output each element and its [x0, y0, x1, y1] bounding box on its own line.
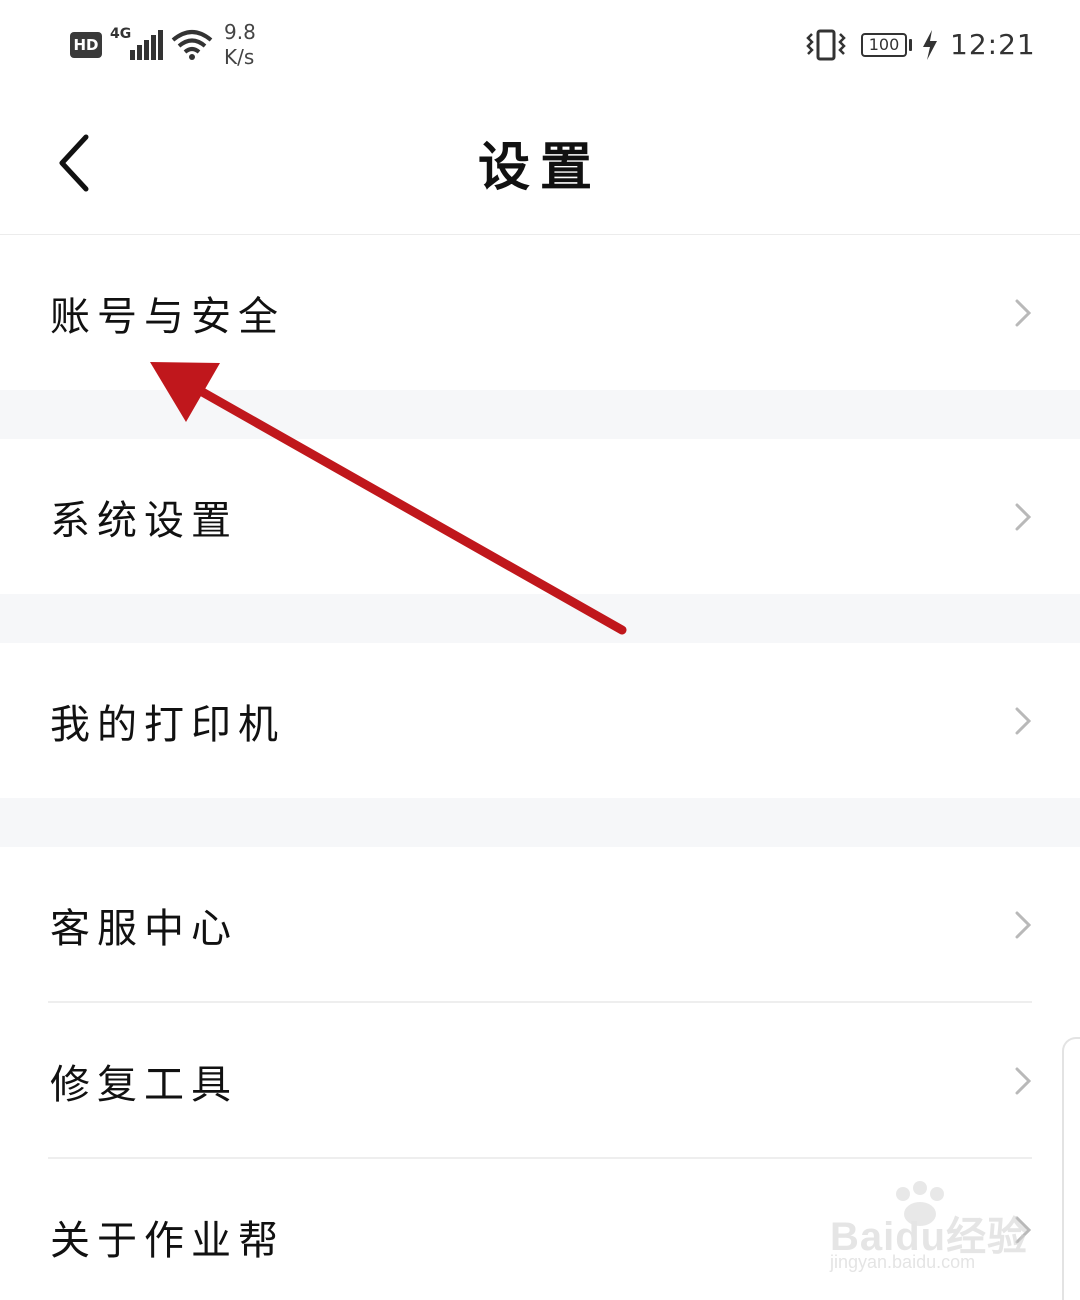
menu-item-label: 客服中心: [50, 905, 238, 952]
page-title: 设置: [477, 137, 602, 198]
vibrate-icon: [806, 29, 846, 61]
menu-item-about[interactable]: 关于作业帮: [0, 1159, 1080, 1300]
menu-item-customer-service[interactable]: 客服中心: [0, 847, 1080, 1002]
wifi-icon: [171, 30, 213, 60]
menu-item-label: 我的打印机: [50, 701, 285, 748]
chevron-right-icon: [1015, 911, 1032, 938]
clock: 12:21: [950, 28, 1036, 61]
section-gap: [0, 798, 1080, 847]
menu-item-account-security[interactable]: 账号与安全: [0, 235, 1080, 390]
chevron-right-icon: [1015, 707, 1032, 734]
hd-badge: HD: [70, 32, 102, 58]
charging-icon: [923, 30, 937, 60]
signal-icon: [128, 30, 163, 60]
menu-item-label: 账号与安全: [50, 293, 285, 340]
menu-item-label: 修复工具: [50, 1061, 238, 1108]
speed-value: 9.8: [224, 20, 256, 44]
menu-item-repair-tools[interactable]: 修复工具: [0, 1003, 1080, 1158]
chevron-right-icon: [1015, 1216, 1032, 1243]
scrollbar[interactable]: [1062, 1037, 1080, 1300]
battery-icon: 100: [861, 33, 907, 57]
section-gap: [0, 594, 1080, 643]
menu-item-my-printer[interactable]: 我的打印机: [0, 643, 1080, 798]
menu-item-label: 关于作业帮: [50, 1217, 285, 1264]
menu-item-system-settings[interactable]: 系统设置: [0, 439, 1080, 594]
menu-item-label: 系统设置: [50, 497, 238, 544]
header: 设置: [0, 95, 1080, 235]
status-bar: HD 4G 9.8 K/s 100 12:21: [0, 0, 1080, 95]
chevron-right-icon: [1015, 1067, 1032, 1094]
network-speed: 9.8 K/s: [224, 20, 256, 70]
speed-unit: K/s: [224, 45, 255, 69]
section-gap: [0, 390, 1080, 439]
chevron-right-icon: [1015, 299, 1032, 326]
battery-tip: [909, 39, 912, 51]
chevron-right-icon: [1015, 503, 1032, 530]
